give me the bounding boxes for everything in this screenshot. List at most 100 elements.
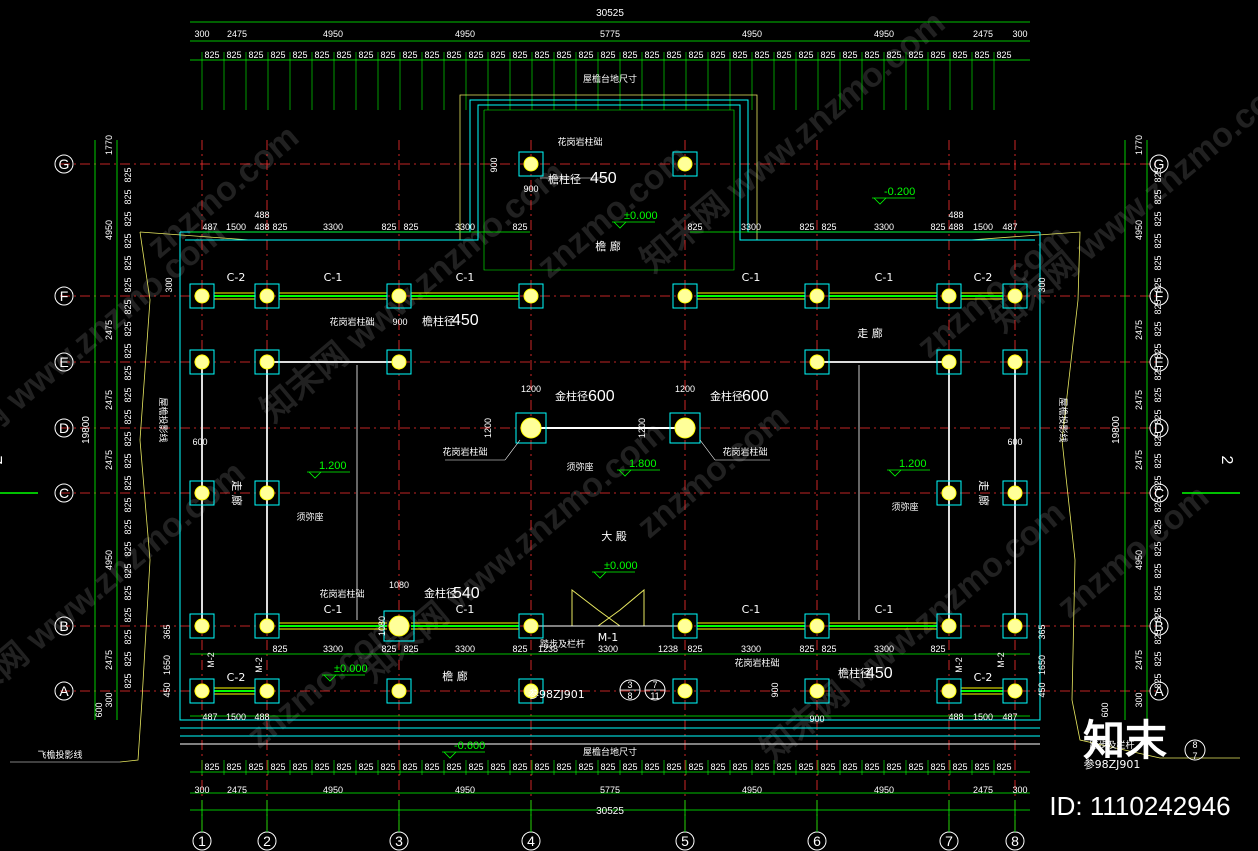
dim-row-right: 300 (1134, 692, 1144, 707)
elevation-marker (593, 571, 607, 579)
column (194, 683, 210, 699)
dim-bottom-door: 3300 (741, 644, 761, 654)
grid-label-col: 4 (527, 833, 535, 849)
dim-front-room-right: 3300 (874, 222, 894, 232)
dim-module-left: 825 (123, 255, 133, 270)
label-window: C-2 (227, 271, 246, 284)
dim-module-top: 825 (864, 50, 879, 60)
dim-front-room-right: 825 (821, 222, 836, 232)
column (520, 417, 542, 439)
label-hall: 大 殿 (601, 529, 627, 543)
dim-module-top: 825 (490, 50, 505, 60)
label-door-m2-right: M-2 (996, 652, 1006, 668)
dim-row-right: 1770 (1134, 135, 1144, 155)
dim-front-room-right-top: 488 (948, 210, 963, 220)
dim-module-left: 825 (123, 189, 133, 204)
dim-module-right: 825 (1153, 255, 1163, 270)
column (259, 354, 275, 370)
dim-col-900-a: 900 (770, 682, 780, 697)
watermark-text: znzmo.com (1050, 478, 1216, 626)
label-eave-col-f: 檐柱径 (422, 314, 455, 328)
dim-module-bottom: 825 (402, 762, 417, 772)
dim-bottom-door: 825 (381, 644, 396, 654)
brand-logo: 知末 (1083, 716, 1167, 765)
dim-module-top: 825 (710, 50, 725, 60)
column (388, 615, 410, 637)
grid-label-col: 1 (198, 833, 206, 849)
dim-front-room-right: 825 (799, 222, 814, 232)
dim-row-right: 4950 (1134, 220, 1144, 240)
column (1007, 485, 1023, 501)
dim-bottom-door: 3300 (455, 644, 475, 654)
section-mark-label: 2 (1218, 456, 1235, 465)
dim-module-top: 825 (600, 50, 615, 60)
dim-module-top: 825 (226, 50, 241, 60)
dim-module-top: 825 (622, 50, 637, 60)
dim-front-room-left: 488 (254, 222, 269, 232)
dim-module-right: 825 (1153, 233, 1163, 248)
dim-bottom-door: 3300 (323, 644, 343, 654)
label-door-m2-b-right: M-2 (954, 657, 964, 673)
dim-module-left: 825 (123, 387, 133, 402)
dim-module-top: 825 (292, 50, 307, 60)
dim-module-top: 825 (688, 50, 703, 60)
dim-module-top: 825 (336, 50, 351, 60)
dim-bay-bottom: 4950 (874, 785, 894, 795)
dim-row-left: 4950 (104, 220, 114, 240)
dim-bottom-door: 825 (403, 644, 418, 654)
detail-index-bottom: 8 (627, 691, 632, 701)
dim-module-top: 825 (842, 50, 857, 60)
dim-row-left: 2475 (104, 450, 114, 470)
column (1007, 288, 1023, 304)
label-step-ref: 踏步及栏杆 (540, 638, 585, 649)
dim-module-top: 825 (930, 50, 945, 60)
dim-module-left: 825 (123, 431, 133, 446)
elevation-m200: -0.200 (884, 186, 915, 198)
dim-front-room-left: 825 (512, 222, 527, 232)
dim-bay-top: 5775 (600, 29, 620, 39)
dim-module-left: 825 (123, 343, 133, 358)
dim-bay-top: 4950 (455, 29, 475, 39)
column (941, 354, 957, 370)
dim-side-300: 300 (1037, 277, 1047, 292)
dim-module-top: 825 (666, 50, 681, 60)
dim-module-top: 825 (402, 50, 417, 60)
dim-module-bottom: 825 (446, 762, 461, 772)
label-window: C-1 (456, 271, 475, 284)
dim-bay-top: 4950 (323, 29, 343, 39)
column (523, 288, 539, 304)
column (259, 683, 275, 699)
column (259, 618, 275, 634)
label-upper-axis: 屋檐台地尺寸 (583, 73, 637, 84)
dim-row-left: 2475 (104, 320, 114, 340)
dim-module-left: 825 (123, 673, 133, 688)
dim-module-top: 825 (314, 50, 329, 60)
watermark-text: 知末网 www.znzmo.com (0, 214, 232, 490)
dim-module-left: 825 (123, 321, 133, 336)
dim-side-1650: 1650 (162, 655, 172, 675)
elevation-1800: 1.800 (629, 458, 657, 470)
dim-row-left: 2475 (104, 390, 114, 410)
dim-module-top: 825 (248, 50, 263, 60)
label-window: C-1 (742, 271, 761, 284)
dim-module-top: 825 (776, 50, 791, 60)
dim-module-left: 825 (123, 453, 133, 468)
dim-module-bottom: 825 (996, 762, 1011, 772)
column (194, 354, 210, 370)
dim-bay-bottom: 2475 (227, 785, 247, 795)
dim-module-top: 825 (996, 50, 1011, 60)
dim-module-top: 825 (358, 50, 373, 60)
label-altar-center: 须弥座 (566, 461, 593, 472)
dim-col-1200-right: 1200 (675, 384, 695, 394)
dim-module-bottom: 825 (270, 762, 285, 772)
dim-side-300: 300 (164, 277, 174, 292)
label-door-m1: M-1 (598, 631, 618, 644)
dim-side-365: 365 (1037, 624, 1047, 639)
dim-module-bottom: 825 (600, 762, 615, 772)
dim-module-bottom: 825 (534, 762, 549, 772)
grid-label-row-left: F (60, 288, 69, 304)
elevation-marker (308, 471, 322, 479)
elevation-front: ±0.000 (624, 210, 658, 222)
label-window-b: C-1 (324, 603, 343, 616)
column (809, 354, 825, 370)
